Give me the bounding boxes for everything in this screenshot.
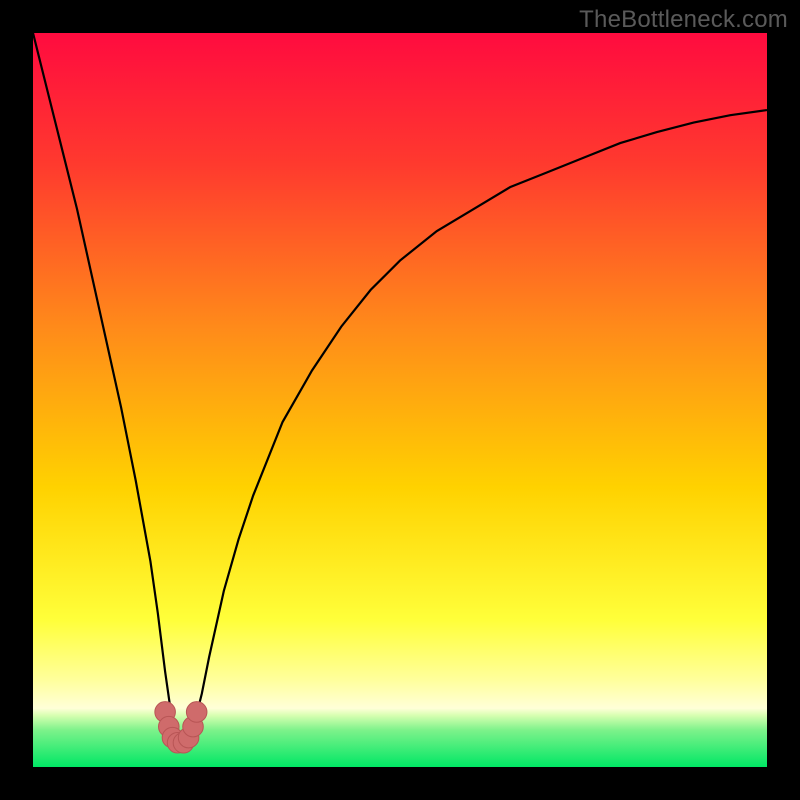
outer-frame: TheBottleneck.com [0,0,800,800]
gradient-background [33,33,767,767]
plot-area [33,33,767,767]
watermark-text: TheBottleneck.com [579,6,788,34]
bottleneck-chart [33,33,767,767]
curve-marker [186,702,207,723]
